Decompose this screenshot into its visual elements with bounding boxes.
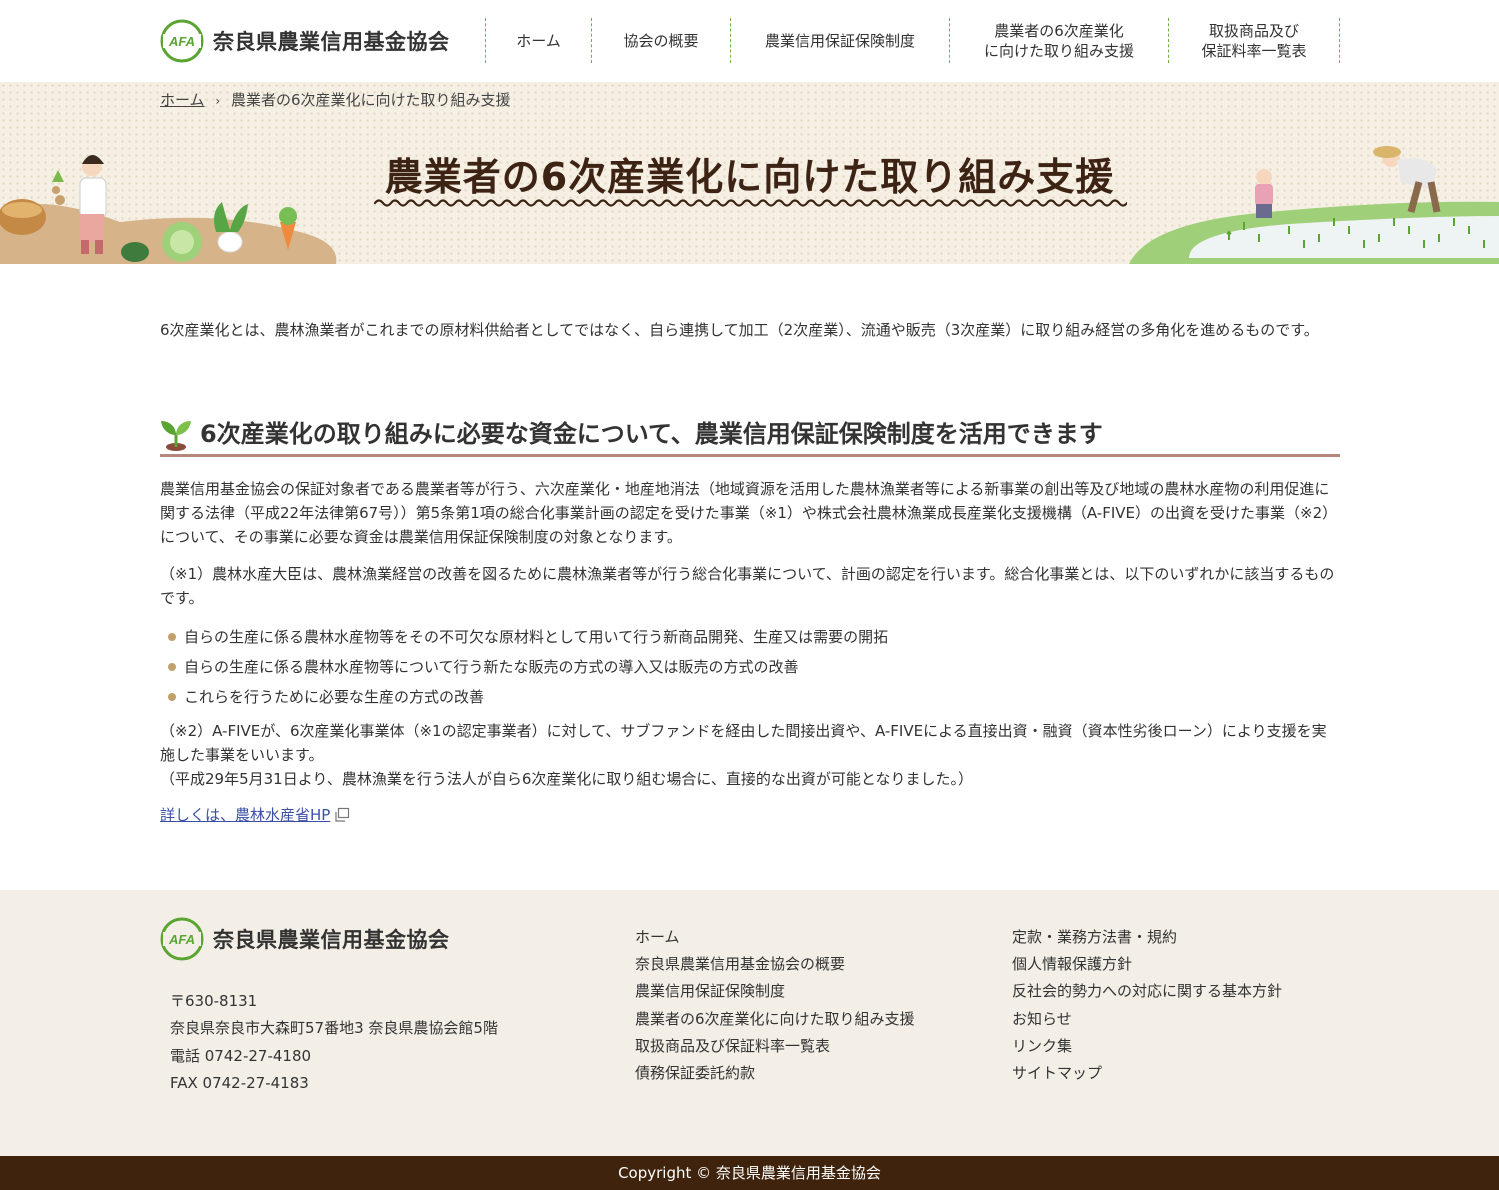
footer-link-antisocial[interactable]: 反社会的勢力への対応に関する基本方針	[1012, 978, 1282, 1005]
footer-link-guarantee-system[interactable]: 農業信用保証保険制度	[635, 978, 915, 1005]
afa-logo-icon: AFA	[160, 19, 204, 63]
list-item: 自らの生産に係る農林水産物等をその不可欠な原材料として用いて行う新商品開発、生産…	[166, 622, 888, 652]
footer-link-about[interactable]: 奈良県農業信用基金協会の概要	[635, 951, 915, 978]
title-wave-underline	[373, 199, 1127, 207]
section-title: 6次産業化の取り組みに必要な資金について、農業信用保証保険制度を活用できます	[200, 420, 1103, 448]
nav-about[interactable]: 協会の概要	[592, 18, 731, 63]
note-2: （※2）A-FIVEが、6次産業化事業体（※1の認定事業者）に対して、サブファン…	[160, 722, 1327, 764]
guarantee-paragraph: 農業信用基金協会の保証対象者である農業者等が行う、六次産業化・地産地消法（地域資…	[160, 480, 1338, 546]
footer-link-news[interactable]: お知らせ	[1012, 1006, 1282, 1033]
sprout-icon	[161, 421, 191, 451]
footer-links-col2: 定款・業務方法書・規約 個人情報保護方針 反社会的勢力への対応に関する基本方針 …	[1012, 924, 1282, 1087]
nav-guarantee-system[interactable]: 農業信用保証保険制度	[731, 18, 950, 63]
bullet-dot-icon	[168, 693, 176, 701]
site-footer: AFA 奈良県農業信用基金協会 〒630-8131 奈良県奈良市大森町57番地3…	[0, 890, 1499, 1156]
nav-sixth-industry[interactable]: 農業者の6次産業化 に向けた取り組み支援	[950, 18, 1169, 63]
external-link-icon	[335, 807, 350, 822]
svg-text:AFA: AFA	[168, 932, 195, 947]
phone-number: 電話 0742-27-4180	[170, 1046, 312, 1065]
site-logo[interactable]: AFA 奈良県農業信用基金協会	[160, 18, 450, 64]
footer-link-privacy[interactable]: 個人情報保護方針	[1012, 951, 1282, 978]
intro-text: 6次産業化とは、農林漁業者がこれまでの原材料供給者としてではなく、自ら連携して加…	[160, 321, 1319, 339]
afa-logo-icon: AFA	[160, 917, 204, 961]
main-nav: ホーム 協会の概要 農業信用保証保険制度 農業者の6次産業化 に向けた取り組み支…	[485, 18, 1340, 63]
footer-link-products[interactable]: 取扱商品及び保証料率一覧表	[635, 1033, 915, 1060]
nav-products[interactable]: 取扱商品及び 保証料率一覧表	[1169, 18, 1340, 63]
list-item: 自らの生産に係る農林水産物等について行う新たな販売の方式の導入又は販売の方式の改…	[166, 652, 888, 682]
footer-link-articles[interactable]: 定款・業務方法書・規約	[1012, 924, 1282, 951]
svg-text:AFA: AFA	[168, 34, 195, 49]
page-hero: ホーム › 農業者の6次産業化に向けた取り組み支援 農業者の6次産業化に向けた取…	[0, 82, 1499, 264]
footer-link-home[interactable]: ホーム	[635, 924, 915, 951]
page-title: 農業者の6次産業化に向けた取り組み支援	[384, 155, 1115, 199]
footer-site-name: 奈良県農業信用基金協会	[213, 928, 450, 952]
footer-link-links[interactable]: リンク集	[1012, 1033, 1282, 1060]
section-heading: 6次産業化の取り組みに必要な資金について、農業信用保証保険制度を活用できます	[160, 412, 1340, 457]
copyright-bar: Copyright © 奈良県農業信用基金協会	[0, 1156, 1499, 1190]
maff-external-link[interactable]: 詳しくは、農林水産省HP	[160, 804, 350, 825]
footer-logo[interactable]: AFA 奈良県農業信用基金協会	[160, 916, 450, 962]
bullet-dot-icon	[168, 633, 176, 641]
site-name: 奈良県農業信用基金協会	[213, 30, 450, 54]
footer-link-terms[interactable]: 債務保証委託約款	[635, 1060, 915, 1087]
footer-links-col1: ホーム 奈良県農業信用基金協会の概要 農業信用保証保険制度 農業者の6次産業化に…	[635, 924, 915, 1087]
street-address: 奈良県奈良市大森町57番地3 奈良県農協会館5階	[170, 1019, 498, 1038]
contact-address: 〒630-8131 奈良県奈良市大森町57番地3 奈良県農協会館5階 電話 07…	[170, 988, 498, 1097]
site-header: AFA 奈良県農業信用基金協会 ホーム 協会の概要 農業信用保証保険制度 農業者…	[0, 0, 1499, 82]
bullet-dot-icon	[168, 663, 176, 671]
postal-code: 〒630-8131	[170, 992, 258, 1010]
list-item: これらを行うために必要な生産の方式の改善	[166, 682, 888, 712]
footer-link-sixth-industry[interactable]: 農業者の6次産業化に向けた取り組み支援	[635, 1006, 915, 1033]
business-types-list: 自らの生産に係る農林水産物等をその不可欠な原材料として用いて行う新商品開発、生産…	[166, 622, 888, 712]
note-2-supplement: （平成29年5月31日より、農林漁業を行う法人が自ら6次産業化に取り組む場合に、…	[160, 770, 973, 788]
note-1: （※1）農林水産大臣は、農林漁業経営の改善を図るために農林漁業者等が行う総合化事…	[160, 565, 1335, 607]
nav-home[interactable]: ホーム	[486, 18, 592, 63]
fax-number: FAX 0742-27-4183	[170, 1073, 309, 1092]
footer-link-sitemap[interactable]: サイトマップ	[1012, 1060, 1282, 1087]
